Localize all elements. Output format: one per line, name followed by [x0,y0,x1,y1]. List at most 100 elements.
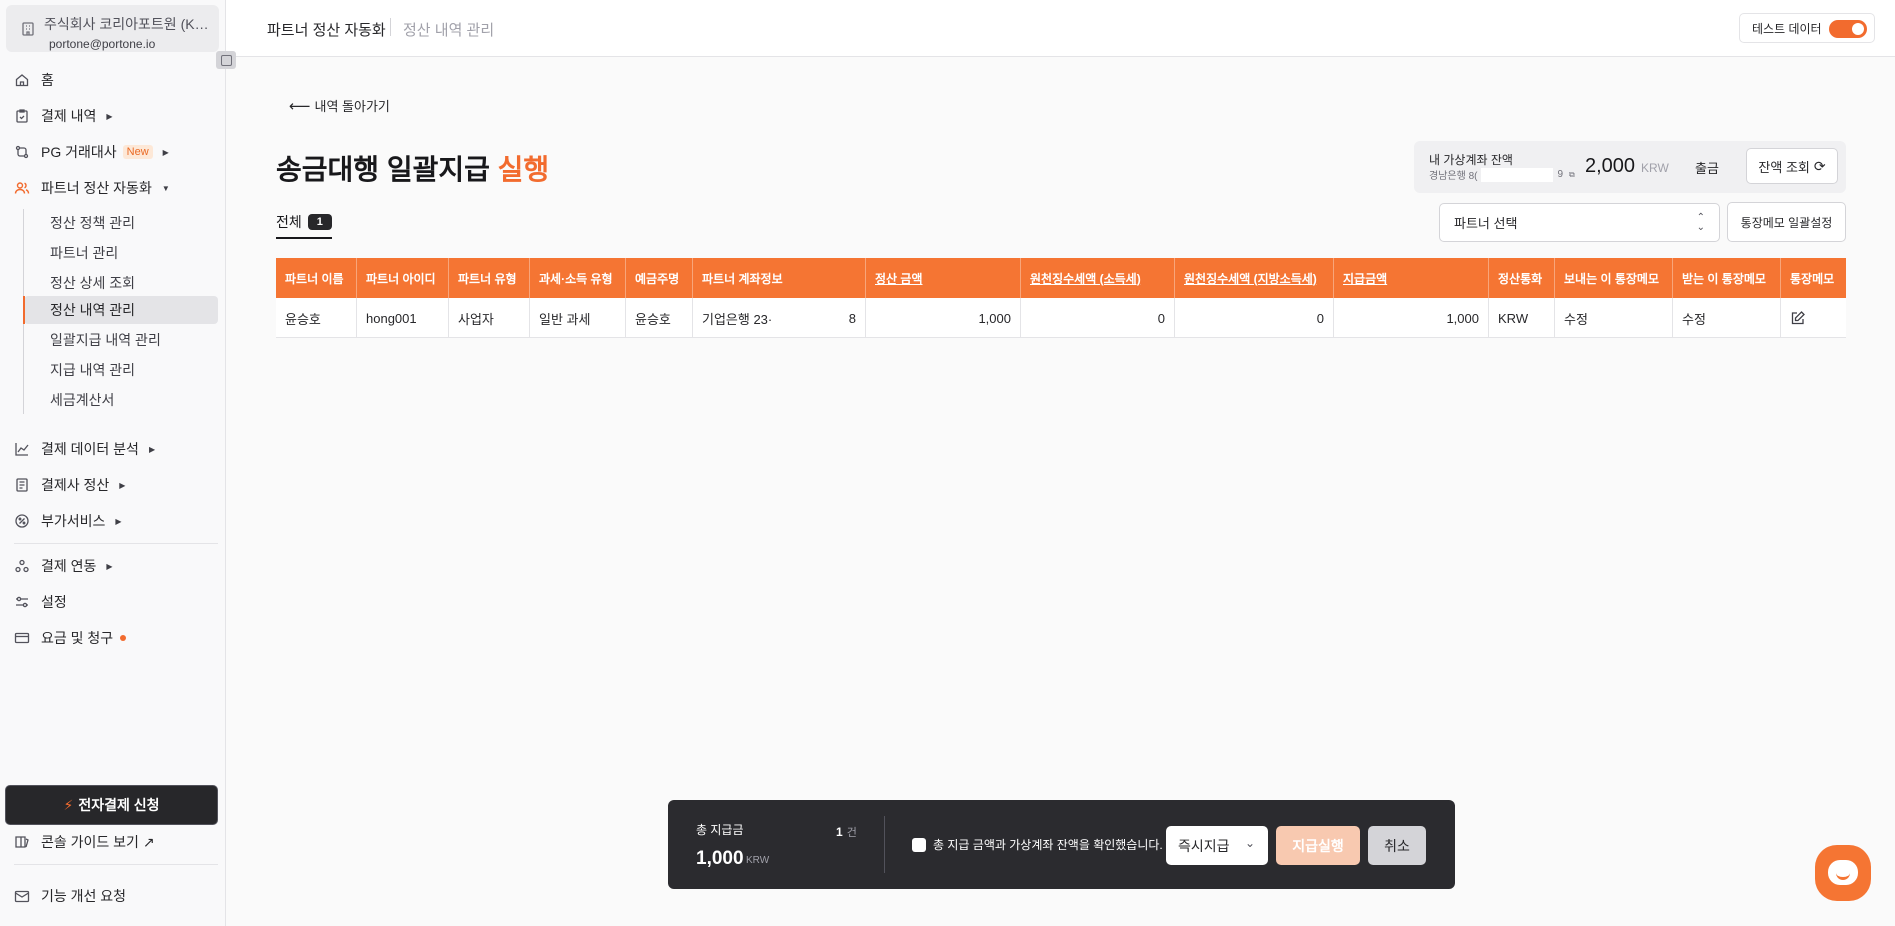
sidebar-item-pg-reconcile[interactable]: PG 거래대사 New ▶ [14,140,169,164]
col-settle-amount[interactable]: 정산 금액 [866,258,1021,298]
mail-icon [14,888,30,904]
total-label: 총 지급금 [696,823,744,837]
chart-icon [14,441,30,457]
sidebar-collapse-button[interactable] [216,51,236,69]
feature-request-link[interactable]: 기능 개선 요청 [14,886,126,906]
withdraw-button[interactable]: 출금 [1695,158,1719,177]
col-receiver-memo: 받는 이 통장메모 [1673,258,1781,298]
sidebar-item-pg-settlement[interactable]: 결제사 정산 ▶ [14,473,125,497]
sidebar-item-billing[interactable]: 요금 및 청구 [14,626,127,650]
cell-holder: 윤승호 [626,298,693,338]
account-bank: 기업은행 23· [702,311,773,327]
cell-income-tax: 0 [1021,298,1175,338]
breadcrumb-separator [390,18,391,36]
account-suffix: 9 [1557,169,1564,180]
tab-count-badge: 1 [307,214,332,230]
col-partner-name: 파트너 이름 [276,258,357,298]
subnav-item-settlement-history[interactable]: 정산 내역 관리 [23,296,218,324]
subnav-item-policy[interactable]: 정산 정책 관리 [24,209,218,237]
top-header: 파트너 정산 자동화 정산 내역 관리 테스트 데이터 [226,0,1895,57]
sidebar-item-label: 결제 데이터 분석 [41,441,139,457]
col-partner-id: 파트너 아이디 [357,258,449,298]
breadcrumb-parent[interactable]: 파트너 정산 자동화 [267,19,386,40]
partner-select[interactable]: 파트너 선택 ⌃ ⌄ [1439,203,1720,242]
sidebar-item-label: 결제사 정산 [41,477,110,493]
col-partner-type: 파트너 유형 [449,258,530,298]
apply-payment-button[interactable]: ⚡ 전자결제 신청 [5,785,218,825]
chevron-down-icon: ⌄ [1244,836,1255,850]
cancel-button[interactable]: 취소 [1368,826,1426,865]
col-local-tax[interactable]: 원천징수세액 (지방소득세) [1175,258,1334,298]
receipt-icon [14,108,30,124]
subnav-item-bulk-payout[interactable]: 일괄지급 내역 관리 [24,326,218,354]
edit-icon[interactable] [1790,310,1806,326]
new-badge: New [122,145,153,159]
cell-account: 기업은행 23· 8 [693,298,866,338]
back-link[interactable]: ⟵ 내역 돌아가기 [289,96,390,115]
copy-icon[interactable]: ⧉ [1569,170,1575,180]
caret-right-icon: ▶ [162,147,169,157]
tab-all[interactable]: 전체 1 [276,211,332,239]
col-pay-amount[interactable]: 지급금액 [1334,258,1489,298]
sidebar-divider [14,864,218,865]
sidebar-item-integration[interactable]: 결제 연동 ▶ [14,554,113,578]
breadcrumb-current[interactable]: 정산 내역 관리 [403,19,494,40]
sidebar-item-settings[interactable]: 설정 [14,590,67,614]
sidebar-item-label: 파트너 정산 자동화 [41,180,152,196]
col-currency: 정산통화 [1489,258,1555,298]
subnav-item-tax-invoice[interactable]: 세금계산서 [24,386,218,414]
sidebar-item-label: 홈 [41,72,54,88]
cell-tax-type: 일반 과세 [530,298,626,338]
payout-mode-select[interactable]: 즉시지급 ⌄ [1166,826,1268,865]
document-icon [14,477,30,493]
table-row: 윤승호 hong001 사업자 일반 과세 윤승호 기업은행 23· 8 1,0… [276,298,1846,338]
balance-account: 경남은행 8( 9 ⧉ [1429,167,1575,182]
apply-payment-label: 전자결제 신청 [78,797,160,813]
caret-right-icon: ▶ [115,516,122,526]
sidebar-item-partner-settlement[interactable]: 파트너 정산 자동화 ▼ [14,176,170,200]
caret-right-icon: ▶ [148,444,156,454]
back-link-label: 내역 돌아가기 [314,99,390,114]
cell-pay-amount: 1,000 [1334,298,1489,338]
test-data-toggle[interactable]: 테스트 데이터 [1739,13,1875,43]
account-mask [1481,167,1554,182]
col-income-tax[interactable]: 원천징수세액 (소득세) [1021,258,1175,298]
sidebar-item-analytics[interactable]: 결제 데이터 분석 ▶ [14,437,155,461]
partner-select-value: 파트너 선택 [1454,216,1518,231]
total-count: 1건 [836,825,857,839]
payout-action-bar: 총 지급금 1건 1,000 KRW 총 지급 금액과 가상계좌 잔액을 확인했… [668,800,1455,889]
cell-currency: KRW [1489,298,1555,338]
console-guide-label: 콘솔 가이드 보기 ↗ [41,834,155,850]
subnav-item-partners[interactable]: 파트너 관리 [24,239,218,267]
sidebar-item-addons[interactable]: 부가서비스 ▶ [14,509,122,533]
confirm-checkbox[interactable]: 총 지급 금액과 가상계좌 잔액을 확인했습니다. [912,836,1163,853]
users-icon [14,180,30,196]
page-title: 송금대행 일괄지급 실행 [276,148,549,188]
toggle-switch[interactable] [1829,20,1867,38]
notification-dot [120,635,127,641]
chat-support-button[interactable] [1815,845,1871,901]
sliders-icon [14,594,30,610]
col-account: 파트너 계좌정보 [693,258,866,298]
action-bar-divider [884,816,885,873]
execute-payout-button[interactable]: 지급실행 [1276,826,1360,865]
building-icon [20,21,36,37]
subnav-item-payout-history[interactable]: 지급 내역 관리 [24,356,218,384]
console-guide-link[interactable]: 콘솔 가이드 보기 ↗ [14,832,155,852]
check-balance-button[interactable]: 잔액 조회 ⟳ [1746,148,1838,184]
subnav-item-settlement-detail[interactable]: 정산 상세 조회 [24,269,218,297]
checkbox[interactable] [912,837,926,852]
org-name: 주식회사 코리아포트원 (Korea [44,16,216,32]
caret-down-icon: ▼ [161,183,170,193]
total-unit: KRW [746,855,770,866]
bulk-memo-button[interactable]: 통장메모 일괄설정 [1727,202,1846,242]
bolt-icon: ⚡ [63,796,74,813]
caret-right-icon: ▶ [106,561,113,571]
sidebar-item-home[interactable]: 홈 [14,68,54,92]
total-amount: 1,000 [696,848,744,869]
cell-memo-edit [1781,298,1846,338]
account-prefix: 경남은행 8( [1429,171,1478,182]
chevron-updown-icon: ⌃ ⌄ [1696,212,1705,233]
org-switcher[interactable]: 주식회사 코리아포트원 (Korea portone@portone.io [6,5,219,52]
sidebar-item-payments[interactable]: 결제 내역 ▶ [14,104,113,128]
